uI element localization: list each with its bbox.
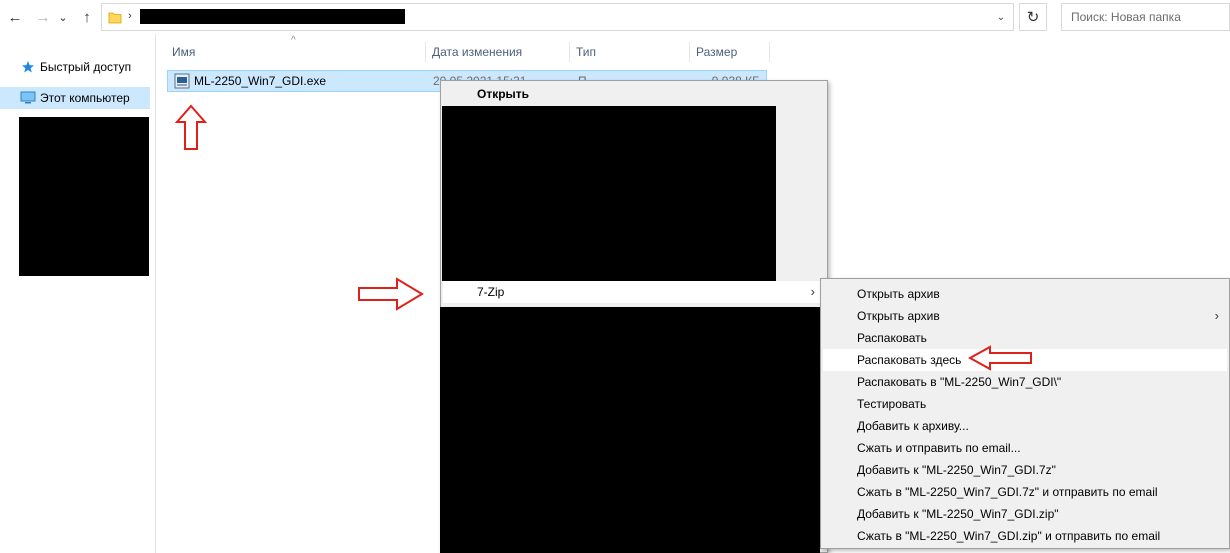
submenu-item-add-zip[interactable]: Добавить к "ML-2250_Win7_GDI.zip": [823, 503, 1227, 525]
navigation-bar: ← → ⌄ ↑ › ⌄ ↻ Поиск: Новая папка: [0, 0, 1230, 34]
submenu-item-label: Сжать в "ML-2250_Win7_GDI.7z" и отправит…: [857, 485, 1158, 499]
sidebar-item-quick-access[interactable]: Быстрый доступ: [0, 56, 150, 78]
column-header-type[interactable]: Тип: [570, 42, 690, 62]
annotation-arrow-left-icon: [968, 345, 1032, 371]
submenu-item-label: Добавить к архиву...: [857, 419, 969, 433]
star-icon: [20, 59, 36, 75]
navigation-pane: Быстрый доступ Этот компьютер: [0, 34, 156, 553]
redacted-path: [140, 9, 405, 24]
refresh-icon[interactable]: ↻: [1019, 3, 1047, 31]
file-name: ML-2250_Win7_GDI.exe: [194, 74, 327, 88]
submenu-item-open-archive[interactable]: Открыть архив: [823, 283, 1227, 305]
menu-item-open[interactable]: Открыть: [443, 83, 825, 105]
address-dropdown-icon[interactable]: ⌄: [993, 9, 1009, 25]
submenu-item-label: Открыть архив: [857, 287, 940, 301]
submenu-item-label: Добавить к "ML-2250_Win7_GDI.zip": [857, 507, 1059, 521]
submenu-item-label: Открыть архив: [857, 309, 940, 323]
submenu-item-compress-email[interactable]: Сжать и отправить по email...: [823, 437, 1227, 459]
submenu-item-label: Распаковать здесь: [857, 353, 962, 367]
address-bar[interactable]: › ⌄: [101, 3, 1014, 31]
installer-icon: [174, 73, 190, 89]
submenu-item-label: Распаковать: [857, 331, 927, 345]
sidebar-item-this-pc[interactable]: Этот компьютер: [0, 87, 150, 109]
sidebar-item-label: Этот компьютер: [40, 91, 130, 105]
submenu-item-add-7z[interactable]: Добавить к "ML-2250_Win7_GDI.7z": [823, 459, 1227, 481]
submenu-item-label: Добавить к "ML-2250_Win7_GDI.7z": [857, 463, 1056, 477]
submenu-item-label: Распаковать в "ML-2250_Win7_GDI\": [857, 375, 1062, 389]
sidebar-item-label: Быстрый доступ: [40, 60, 132, 74]
submenu-item-compress-zip-email[interactable]: Сжать в "ML-2250_Win7_GDI.zip" и отправи…: [823, 525, 1227, 547]
column-header-name[interactable]: Имя: [166, 42, 426, 62]
breadcrumb-separator: ›: [128, 10, 132, 22]
arrow-left-icon[interactable]: ←: [4, 6, 26, 28]
submenu-arrow-icon: ›: [810, 284, 815, 299]
submenu-item-extract-to-folder[interactable]: Распаковать в "ML-2250_Win7_GDI\": [823, 371, 1227, 393]
submenu-arrow-icon: ›: [1214, 308, 1219, 323]
arrow-right-icon[interactable]: →: [32, 6, 54, 28]
arrow-up-icon[interactable]: ↑: [76, 6, 98, 28]
menu-item-label: 7-Zip: [477, 285, 505, 299]
annotation-arrow-up-icon: [174, 104, 208, 150]
redacted-menu-items: [440, 307, 820, 553]
chevron-down-icon[interactable]: ⌄: [56, 6, 70, 28]
submenu-item-open-archive-more[interactable]: Открыть архив ›: [823, 305, 1227, 327]
submenu-item-label: Тестировать: [857, 397, 927, 411]
submenu-item-label: Сжать в "ML-2250_Win7_GDI.zip" и отправи…: [857, 529, 1161, 543]
submenu-item-label: Сжать и отправить по email...: [857, 441, 1021, 455]
menu-item-7zip[interactable]: 7-Zip ›: [443, 281, 825, 303]
column-header-date[interactable]: Дата изменения: [426, 42, 570, 62]
submenu-item-compress-7z-email[interactable]: Сжать в "ML-2250_Win7_GDI.7z" и отправит…: [823, 481, 1227, 503]
annotation-arrow-right-icon: [358, 277, 424, 311]
redacted-menu-items: [442, 106, 776, 281]
submenu-item-add-to-archive[interactable]: Добавить к архиву...: [823, 415, 1227, 437]
search-input[interactable]: Поиск: Новая папка: [1061, 3, 1230, 31]
7zip-submenu: Открыть архив Открыть архив › Распаковат…: [820, 278, 1230, 549]
context-menu: Открыть 7-Zip ›: [440, 80, 828, 553]
computer-icon: [20, 90, 36, 106]
column-header-size[interactable]: Размер: [690, 42, 770, 62]
submenu-item-test[interactable]: Тестировать: [823, 393, 1227, 415]
folder-icon: [108, 12, 122, 24]
redacted-sidebar-items: [19, 117, 149, 276]
